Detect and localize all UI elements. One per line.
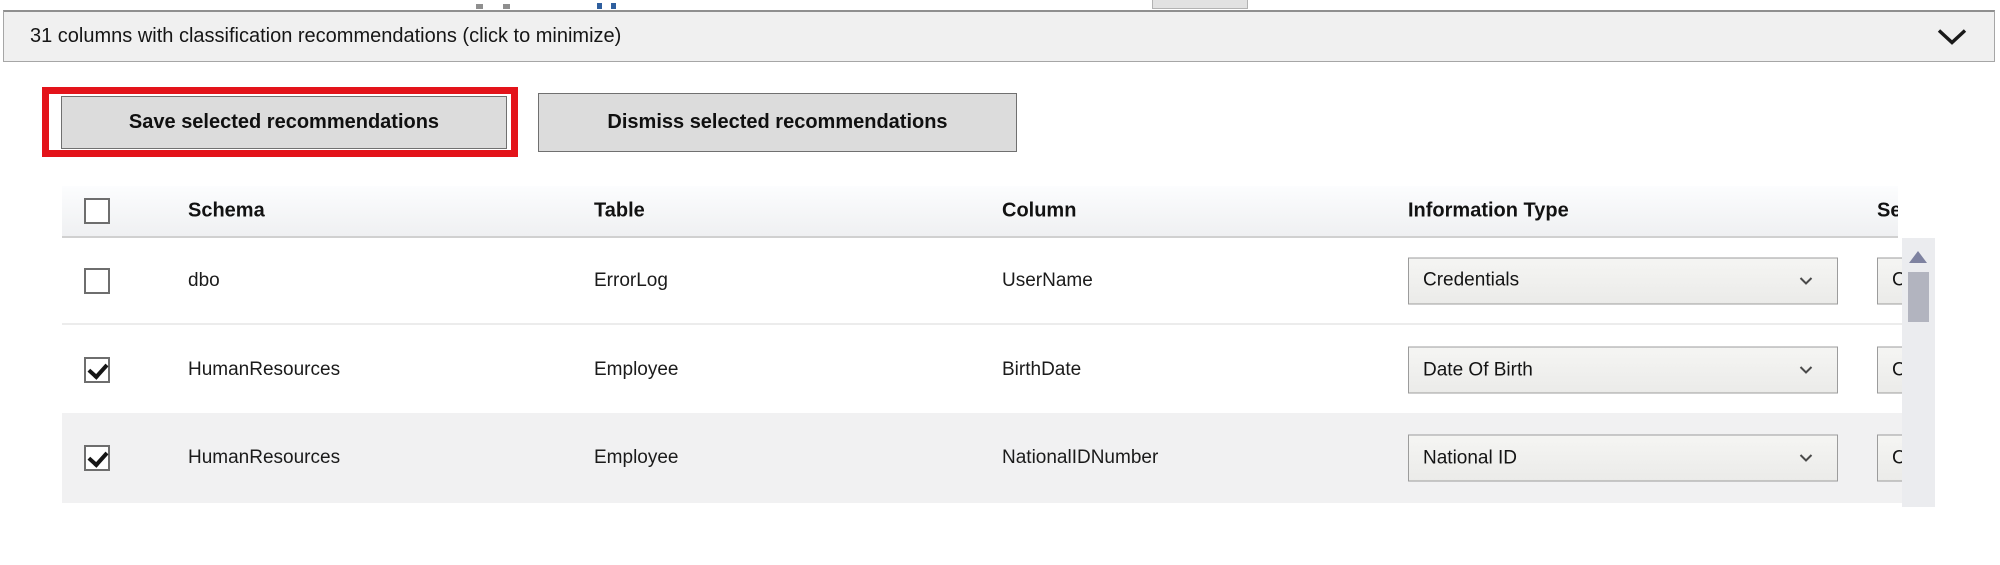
- clipped-ui-fragment: [476, 4, 483, 9]
- table-cell: Employee: [594, 447, 679, 469]
- vertical-scrollbar[interactable]: [1902, 238, 1935, 507]
- header-schema: Schema: [188, 200, 265, 223]
- clipped-ui-fragment: [611, 3, 616, 9]
- clipped-ui-fragment: [597, 3, 602, 9]
- table-row: HumanResources Employee BirthDate Date O…: [62, 327, 1902, 413]
- clipped-ui-fragment: [503, 4, 510, 9]
- table-cell: ErrorLog: [594, 270, 668, 292]
- table-header-row: Schema Table Column Information Type Se: [62, 186, 1898, 238]
- select-all-checkbox[interactable]: [84, 198, 110, 224]
- schema-cell: dbo: [188, 270, 220, 292]
- chevron-down-icon: [1799, 454, 1813, 463]
- column-cell: UserName: [1002, 270, 1093, 292]
- information-type-dropdown[interactable]: National ID: [1408, 435, 1838, 482]
- schema-cell: HumanResources: [188, 359, 340, 381]
- sensitivity-label-dropdown-clipped[interactable]: C: [1877, 435, 1902, 482]
- information-type-value: Credentials: [1423, 270, 1519, 292]
- chevron-down-icon[interactable]: [1936, 28, 1968, 46]
- column-cell: BirthDate: [1002, 359, 1081, 381]
- save-button-label: Save selected recommendations: [129, 111, 439, 134]
- row-select-checkbox[interactable]: [84, 445, 110, 471]
- clipped-ui-fragment: [1152, 0, 1248, 9]
- sensitivity-label-dropdown-clipped[interactable]: C: [1877, 257, 1902, 304]
- recommendations-banner[interactable]: 31 columns with classification recommend…: [3, 10, 1995, 62]
- table-cell: Employee: [594, 359, 679, 381]
- header-table: Table: [594, 200, 645, 223]
- header-sensitivity-label-clipped: Se: [1877, 200, 1898, 223]
- chevron-down-icon: [1799, 366, 1813, 375]
- sensitivity-label-value: C: [1892, 270, 1902, 292]
- table-row: dbo ErrorLog UserName Credentials C: [62, 238, 1902, 325]
- scrollbar-thumb[interactable]: [1908, 272, 1929, 322]
- dismiss-button-label: Dismiss selected recommendations: [607, 111, 947, 134]
- information-type-value: Date Of Birth: [1423, 359, 1533, 381]
- row-select-checkbox[interactable]: [84, 268, 110, 294]
- save-selected-recommendations-button[interactable]: Save selected recommendations: [61, 96, 507, 149]
- sensitivity-label-value: C: [1892, 359, 1902, 381]
- recommendations-banner-label: 31 columns with classification recommend…: [30, 25, 621, 48]
- header-information-type: Information Type: [1408, 200, 1569, 223]
- information-type-dropdown[interactable]: Date Of Birth: [1408, 347, 1838, 394]
- chevron-down-icon: [1799, 276, 1813, 285]
- scroll-up-arrow-icon[interactable]: [1909, 251, 1927, 263]
- column-cell: NationalIDNumber: [1002, 447, 1158, 469]
- sensitivity-label-value: C: [1892, 447, 1902, 469]
- schema-cell: HumanResources: [188, 447, 340, 469]
- table-row: HumanResources Employee NationalIDNumber…: [62, 413, 1902, 503]
- information-type-dropdown[interactable]: Credentials: [1408, 257, 1838, 304]
- header-column: Column: [1002, 200, 1076, 223]
- sensitivity-label-dropdown-clipped[interactable]: C: [1877, 347, 1902, 394]
- row-select-checkbox[interactable]: [84, 357, 110, 383]
- dismiss-selected-recommendations-button[interactable]: Dismiss selected recommendations: [538, 93, 1017, 152]
- information-type-value: National ID: [1423, 447, 1517, 469]
